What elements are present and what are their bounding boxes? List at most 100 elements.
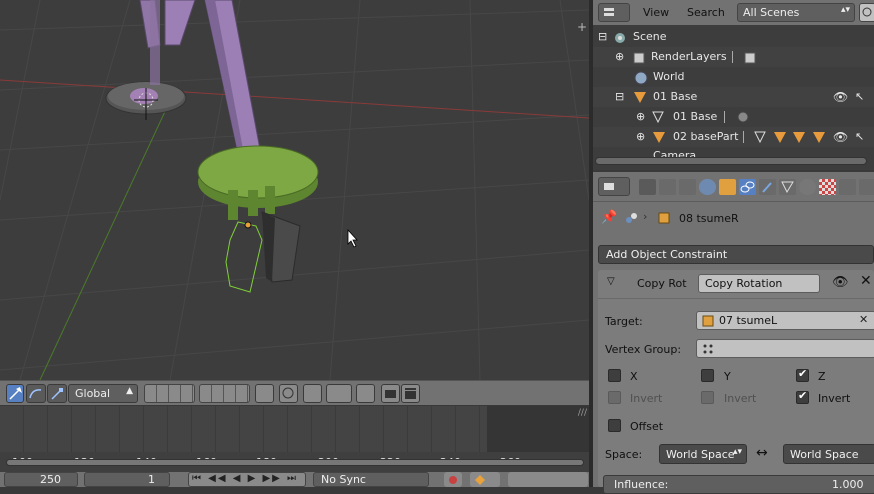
manipulator-scale-button[interactable]: [47, 384, 67, 403]
select-cursor-icon[interactable]: ↖: [855, 130, 864, 143]
updown-arrows-icon: ▴▾: [732, 447, 742, 457]
eye-icon[interactable]: 👁: [833, 130, 848, 144]
clear-target-icon[interactable]: ✕: [859, 313, 868, 326]
scene-tab-icon[interactable]: [679, 179, 696, 195]
render-layers-tab-icon[interactable]: [659, 179, 676, 195]
influence-slider[interactable]: Influence: 1.000: [603, 475, 874, 494]
object-tab-icon[interactable]: [719, 179, 736, 195]
manipulator-rotate-button[interactable]: [26, 384, 46, 403]
collapse-triangle-icon[interactable]: ▽: [607, 276, 615, 287]
constraint-name[interactable]: Copy Rot: [637, 277, 687, 290]
constraint-type-field[interactable]: Copy Rotation: [698, 274, 820, 293]
pin-icon[interactable]: 📌: [601, 210, 617, 225]
physics-tab-icon[interactable]: [859, 179, 874, 195]
use-z-checkbox[interactable]: [796, 367, 809, 382]
select-cursor-icon[interactable]: ↖: [855, 90, 864, 103]
menu-view[interactable]: View: [643, 6, 669, 19]
timeline-scrollbar[interactable]: [6, 459, 584, 466]
current-frame-field[interactable]: 1: [84, 472, 170, 487]
target-space-select[interactable]: World Space: [783, 444, 874, 464]
expand-icon[interactable]: ⊕: [636, 110, 645, 123]
layer-buttons-a[interactable]: [144, 384, 195, 403]
pivot-icon: [282, 387, 294, 399]
keying-set-button[interactable]: [470, 472, 500, 487]
data-tab-icon[interactable]: [779, 179, 796, 195]
breadcrumb-arrow-icon: ›: [643, 210, 648, 223]
current-frame-value: 1: [148, 473, 155, 486]
auto-key-button[interactable]: [444, 472, 462, 487]
outliner-scrollbar[interactable]: [595, 157, 867, 165]
3d-viewport[interactable]: +: [0, 0, 589, 380]
collapse-icon[interactable]: ⊟: [598, 30, 607, 43]
material-tab-icon[interactable]: [799, 179, 816, 195]
use-y-checkbox[interactable]: [701, 369, 714, 382]
outliner-row-scene[interactable]: ⊟ Scene: [593, 27, 874, 47]
eye-icon[interactable]: 👁: [833, 90, 848, 104]
use-x-checkbox[interactable]: [608, 369, 621, 382]
invert-x-checkbox[interactable]: [608, 391, 621, 404]
display-mode-value: All Scenes: [743, 6, 800, 19]
invert-z-checkbox[interactable]: [796, 389, 809, 404]
pivot-point-button[interactable]: [279, 384, 298, 403]
outliner-row-02-basepart[interactable]: ⊕ 02 basePart 👁 ↖: [593, 127, 874, 147]
expand-icon[interactable]: ⊕: [615, 50, 624, 63]
display-mode-select[interactable]: All Scenes ▴▾: [737, 3, 855, 22]
mesh-data-icon: [754, 131, 766, 144]
lock-camera-button[interactable]: [255, 384, 274, 403]
properties-editor[interactable]: 📌 › 08 tsumeR Add Object Constraint ▽ Co…: [593, 172, 874, 494]
timeline-area[interactable]: ///: [0, 406, 589, 452]
invert-x-label: Invert: [630, 392, 663, 405]
layer-buttons-b[interactable]: [199, 384, 250, 403]
owner-space-select[interactable]: World Space ▴▾: [659, 444, 747, 464]
search-field[interactable]: [859, 3, 874, 22]
particles-tab-icon[interactable]: [839, 179, 856, 195]
influence-value: 1.000: [832, 478, 864, 491]
render-tab-icon[interactable]: [639, 179, 656, 195]
snap-target-button[interactable]: [356, 384, 375, 403]
collapse-icon[interactable]: ⊟: [615, 90, 624, 103]
editor-type-select[interactable]: [598, 177, 630, 196]
texture-tab-icon[interactable]: [819, 179, 836, 195]
target-field[interactable]: 07 tsumeL ✕: [696, 311, 874, 330]
editor-type-select[interactable]: [598, 3, 630, 22]
menu-search[interactable]: Search: [687, 6, 725, 19]
expand-icon[interactable]: ⊕: [636, 130, 645, 143]
child-object-icon: [813, 132, 825, 143]
end-frame-field[interactable]: 250: [4, 472, 78, 487]
offset-checkbox[interactable]: [608, 419, 621, 432]
outliner-row-01-base[interactable]: ⊟ 01 Base 👁 ↖: [593, 87, 874, 107]
add-constraint-button[interactable]: Add Object Constraint: [598, 245, 874, 264]
modifiers-tab-icon[interactable]: [759, 179, 776, 195]
render-layers-icon: [633, 52, 645, 64]
target-space-value: World Space: [790, 448, 859, 461]
manipulator-translate-button[interactable]: [6, 384, 24, 403]
invert-y-checkbox[interactable]: [701, 391, 714, 404]
axis-x-label: X: [630, 370, 638, 383]
playback-controls[interactable]: ⏮ ◀◀ ◀ ▶ ▶▶ ⏭: [188, 472, 306, 487]
close-icon[interactable]: ✕: [860, 273, 872, 289]
outliner-row-01-base-mesh[interactable]: ⊕ 01 Base: [593, 107, 874, 127]
world-tab-icon[interactable]: [699, 179, 716, 195]
updown-arrows-icon: ▲: [126, 386, 133, 396]
transform-orientation-select[interactable]: Global ▲: [68, 384, 138, 403]
outliner-item-label: Camera: [653, 149, 697, 157]
outliner-row-world[interactable]: World: [593, 67, 874, 87]
snap-element-select[interactable]: [326, 384, 352, 403]
sync-mode-select[interactable]: No Sync: [313, 472, 429, 487]
render-button[interactable]: [381, 384, 400, 403]
key-diamond-icon: [475, 475, 485, 485]
constraints-tab-icon[interactable]: [739, 179, 756, 195]
outliner-row-renderlayers[interactable]: ⊕ RenderLayers: [593, 47, 874, 67]
outliner-row-camera[interactable]: Camera: [593, 147, 874, 157]
outliner[interactable]: View Search All Scenes ▴▾ ⊟ Scene ⊕ Rend…: [593, 0, 874, 170]
timeline-ruler[interactable]: 100 120 140 160 180 200 220 240 260: [0, 452, 589, 474]
vertex-group-field[interactable]: [696, 339, 874, 358]
influence-label: Influence:: [614, 478, 669, 491]
eye-icon[interactable]: 👁: [832, 275, 849, 290]
render-animation-button[interactable]: [401, 384, 420, 403]
rotate-icon: [29, 389, 42, 399]
keying-options[interactable]: [508, 472, 588, 487]
proportional-edit-button[interactable]: [303, 384, 322, 403]
scene-icon: [626, 213, 637, 223]
properties-body: 📌 › 08 tsumeR Add Object Constraint ▽ Co…: [593, 203, 874, 494]
